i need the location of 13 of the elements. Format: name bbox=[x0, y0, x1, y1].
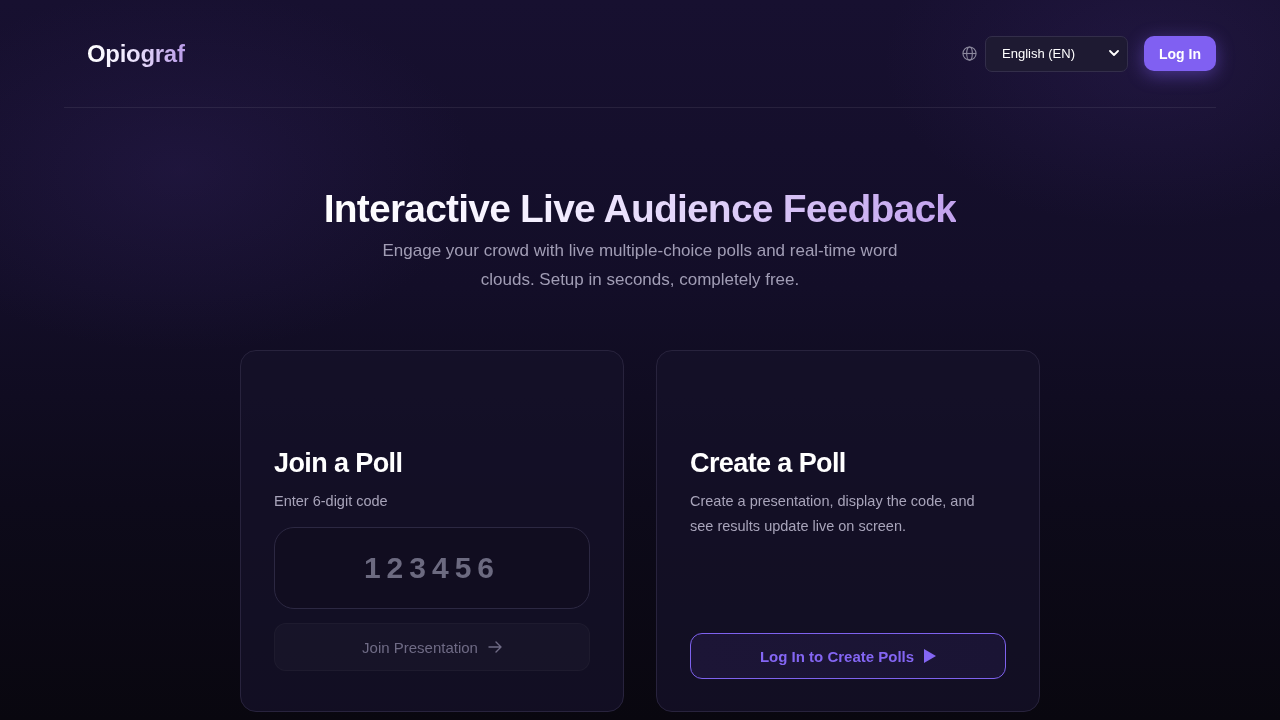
code-input-field[interactable]: 123456 bbox=[274, 527, 590, 609]
caret-icon bbox=[1109, 50, 1119, 57]
login-button[interactable]: Log In bbox=[1144, 36, 1216, 71]
arrow-right-icon bbox=[487, 641, 502, 653]
card-title: Join a Poll bbox=[274, 447, 404, 480]
play-icon bbox=[924, 649, 937, 663]
globe-icon bbox=[962, 46, 977, 61]
page-subtitle: Engage your crowd with live multiple-choice polls and real-time word clouds. Setup in seconds, completely free. bbox=[381, 240, 899, 291]
card-description: Enter 6-digit code bbox=[274, 492, 389, 511]
language-select[interactable]: English (EN) bbox=[985, 35, 1128, 72]
card-title: Create a Poll bbox=[690, 447, 847, 480]
create-polls-button[interactable]: Log In to Create Polls bbox=[690, 633, 1006, 679]
card-description: Create a presentation, display the code, and see results update live on screen. bbox=[690, 492, 976, 536]
